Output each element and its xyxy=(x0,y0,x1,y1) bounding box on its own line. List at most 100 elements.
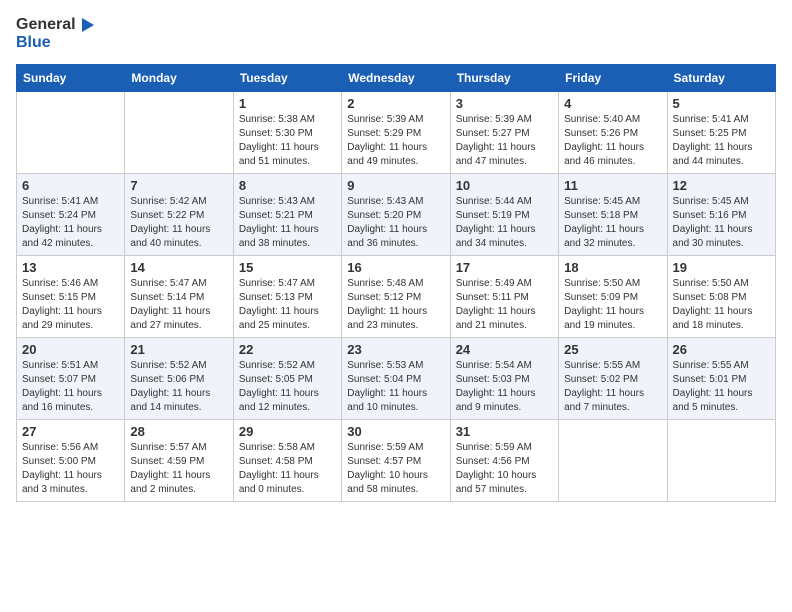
calendar-cell: 3Sunrise: 5:39 AM Sunset: 5:27 PM Daylig… xyxy=(450,91,558,173)
logo-general: General xyxy=(16,16,76,34)
day-info: Sunrise: 5:47 AM Sunset: 5:13 PM Dayligh… xyxy=(239,277,336,333)
day-info: Sunrise: 5:44 AM Sunset: 5:19 PM Dayligh… xyxy=(456,195,553,251)
calendar-cell: 28 Sunrise: 5:57 AM Sunset: 4:59 PM Dayli… xyxy=(125,419,233,501)
calendar-cell: 19 Sunrise: 5:50 AM Sunset: 5:08 PM Dayli… xyxy=(667,255,775,337)
calendar-cell: 1Sunrise: 5:38 AM Sunset: 5:30 PM Daylig… xyxy=(233,91,341,173)
calendar-cell: 15 Sunrise: 5:47 AM Sunset: 5:13 PM Dayli… xyxy=(233,255,341,337)
calendar-cell: 8 Sunrise: 5:43 AM Sunset: 5:21 PM Daylig… xyxy=(233,173,341,255)
day-info: Sunrise: 5:43 AM Sunset: 5:21 PM Dayligh… xyxy=(239,195,336,251)
day-info: Sunrise: 5:53 AM Sunset: 5:04 PM Dayligh… xyxy=(347,359,444,415)
calendar-cell xyxy=(667,419,775,501)
day-number: 29 xyxy=(239,424,336,439)
day-info: Sunrise: 5:55 AM Sunset: 5:02 PM Dayligh… xyxy=(564,359,661,415)
day-number: 18 xyxy=(564,260,661,275)
day-header-wednesday: Wednesday xyxy=(342,64,450,91)
day-info: Sunrise: 5:46 AM Sunset: 5:15 PM Dayligh… xyxy=(22,277,119,333)
calendar-cell: 29 Sunrise: 5:58 AM Sunset: 4:58 PM Dayli… xyxy=(233,419,341,501)
day-number: 13 xyxy=(22,260,119,275)
day-number: 27 xyxy=(22,424,119,439)
calendar-cell: 26Sunrise: 5:55 AM Sunset: 5:01 PM Dayli… xyxy=(667,337,775,419)
calendar-cell: 23 Sunrise: 5:53 AM Sunset: 5:04 PM Dayli… xyxy=(342,337,450,419)
calendar-cell xyxy=(17,91,125,173)
day-info: Sunrise: 5:41 AM Sunset: 5:24 PM Dayligh… xyxy=(22,195,119,251)
calendar-cell: 16 Sunrise: 5:48 AM Sunset: 5:12 PM Dayli… xyxy=(342,255,450,337)
day-header-friday: Friday xyxy=(559,64,667,91)
day-info: Sunrise: 5:50 AM Sunset: 5:08 PM Dayligh… xyxy=(673,277,770,333)
days-header-row: SundayMondayTuesdayWednesdayThursdayFrid… xyxy=(17,64,776,91)
logo: General Blue xyxy=(16,16,96,52)
day-info: Sunrise: 5:38 AM Sunset: 5:30 PM Dayligh… xyxy=(239,113,336,169)
calendar-cell: 14Sunrise: 5:47 AM Sunset: 5:14 PM Dayli… xyxy=(125,255,233,337)
day-number: 6 xyxy=(22,178,119,193)
day-header-saturday: Saturday xyxy=(667,64,775,91)
day-info: Sunrise: 5:54 AM Sunset: 5:03 PM Dayligh… xyxy=(456,359,553,415)
calendar-cell: 7 Sunrise: 5:42 AM Sunset: 5:22 PM Daylig… xyxy=(125,173,233,255)
day-number: 19 xyxy=(673,260,770,275)
day-header-thursday: Thursday xyxy=(450,64,558,91)
day-info: Sunrise: 5:59 AM Sunset: 4:56 PM Dayligh… xyxy=(456,441,553,497)
day-info: Sunrise: 5:47 AM Sunset: 5:14 PM Dayligh… xyxy=(130,277,227,333)
calendar-cell: 24 Sunrise: 5:54 AM Sunset: 5:03 PM Dayli… xyxy=(450,337,558,419)
calendar-cell: 11 Sunrise: 5:45 AM Sunset: 5:18 PM Dayli… xyxy=(559,173,667,255)
calendar-table: SundayMondayTuesdayWednesdayThursdayFrid… xyxy=(16,64,776,502)
week-row-3: 13 Sunrise: 5:46 AM Sunset: 5:15 PM Dayli… xyxy=(17,255,776,337)
day-number: 20 xyxy=(22,342,119,357)
calendar-cell: 10 Sunrise: 5:44 AM Sunset: 5:19 PM Dayli… xyxy=(450,173,558,255)
day-info: Sunrise: 5:57 AM Sunset: 4:59 PM Dayligh… xyxy=(130,441,227,497)
day-info: Sunrise: 5:39 AM Sunset: 5:27 PM Dayligh… xyxy=(456,113,553,169)
day-info: Sunrise: 5:58 AM Sunset: 4:58 PM Dayligh… xyxy=(239,441,336,497)
day-number: 21 xyxy=(130,342,227,357)
day-number: 8 xyxy=(239,178,336,193)
calendar-cell: 22Sunrise: 5:52 AM Sunset: 5:05 PM Dayli… xyxy=(233,337,341,419)
day-info: Sunrise: 5:52 AM Sunset: 5:06 PM Dayligh… xyxy=(130,359,227,415)
day-info: Sunrise: 5:51 AM Sunset: 5:07 PM Dayligh… xyxy=(22,359,119,415)
day-number: 24 xyxy=(456,342,553,357)
day-info: Sunrise: 5:41 AM Sunset: 5:25 PM Dayligh… xyxy=(673,113,770,169)
day-info: Sunrise: 5:43 AM Sunset: 5:20 PM Dayligh… xyxy=(347,195,444,251)
day-number: 16 xyxy=(347,260,444,275)
day-number: 7 xyxy=(130,178,227,193)
day-number: 30 xyxy=(347,424,444,439)
day-number: 17 xyxy=(456,260,553,275)
day-number: 31 xyxy=(456,424,553,439)
logo-triangle-icon xyxy=(78,16,96,34)
day-info: Sunrise: 5:45 AM Sunset: 5:16 PM Dayligh… xyxy=(673,195,770,251)
day-header-monday: Monday xyxy=(125,64,233,91)
day-number: 4 xyxy=(564,96,661,111)
day-info: Sunrise: 5:55 AM Sunset: 5:01 PM Dayligh… xyxy=(673,359,770,415)
logo-wordmark: General Blue xyxy=(16,16,96,52)
day-header-tuesday: Tuesday xyxy=(233,64,341,91)
calendar-cell: 12Sunrise: 5:45 AM Sunset: 5:16 PM Dayli… xyxy=(667,173,775,255)
calendar-cell: 2Sunrise: 5:39 AM Sunset: 5:29 PM Daylig… xyxy=(342,91,450,173)
week-row-2: 6 Sunrise: 5:41 AM Sunset: 5:24 PM Daylig… xyxy=(17,173,776,255)
day-info: Sunrise: 5:42 AM Sunset: 5:22 PM Dayligh… xyxy=(130,195,227,251)
calendar-cell: 13 Sunrise: 5:46 AM Sunset: 5:15 PM Dayli… xyxy=(17,255,125,337)
day-number: 5 xyxy=(673,96,770,111)
calendar-cell: 27 Sunrise: 5:56 AM Sunset: 5:00 PM Dayli… xyxy=(17,419,125,501)
day-info: Sunrise: 5:50 AM Sunset: 5:09 PM Dayligh… xyxy=(564,277,661,333)
calendar-cell: 4Sunrise: 5:40 AM Sunset: 5:26 PM Daylig… xyxy=(559,91,667,173)
week-row-5: 27 Sunrise: 5:56 AM Sunset: 5:00 PM Dayli… xyxy=(17,419,776,501)
calendar-cell: 18 Sunrise: 5:50 AM Sunset: 5:09 PM Dayli… xyxy=(559,255,667,337)
calendar-cell: 9 Sunrise: 5:43 AM Sunset: 5:20 PM Daylig… xyxy=(342,173,450,255)
day-info: Sunrise: 5:49 AM Sunset: 5:11 PM Dayligh… xyxy=(456,277,553,333)
day-header-sunday: Sunday xyxy=(17,64,125,91)
day-number: 23 xyxy=(347,342,444,357)
page-header: General Blue xyxy=(16,16,776,52)
calendar-cell: 30Sunrise: 5:59 AM Sunset: 4:57 PM Dayli… xyxy=(342,419,450,501)
day-number: 11 xyxy=(564,178,661,193)
day-number: 2 xyxy=(347,96,444,111)
day-number: 15 xyxy=(239,260,336,275)
calendar-cell: 31 Sunrise: 5:59 AM Sunset: 4:56 PM Dayli… xyxy=(450,419,558,501)
day-number: 10 xyxy=(456,178,553,193)
calendar-cell: 25Sunrise: 5:55 AM Sunset: 5:02 PM Dayli… xyxy=(559,337,667,419)
day-info: Sunrise: 5:56 AM Sunset: 5:00 PM Dayligh… xyxy=(22,441,119,497)
day-number: 28 xyxy=(130,424,227,439)
day-info: Sunrise: 5:45 AM Sunset: 5:18 PM Dayligh… xyxy=(564,195,661,251)
day-info: Sunrise: 5:48 AM Sunset: 5:12 PM Dayligh… xyxy=(347,277,444,333)
calendar-cell: 6 Sunrise: 5:41 AM Sunset: 5:24 PM Daylig… xyxy=(17,173,125,255)
calendar-cell xyxy=(559,419,667,501)
calendar-cell: 17 Sunrise: 5:49 AM Sunset: 5:11 PM Dayli… xyxy=(450,255,558,337)
day-number: 9 xyxy=(347,178,444,193)
calendar-cell: 20 Sunrise: 5:51 AM Sunset: 5:07 PM Dayli… xyxy=(17,337,125,419)
